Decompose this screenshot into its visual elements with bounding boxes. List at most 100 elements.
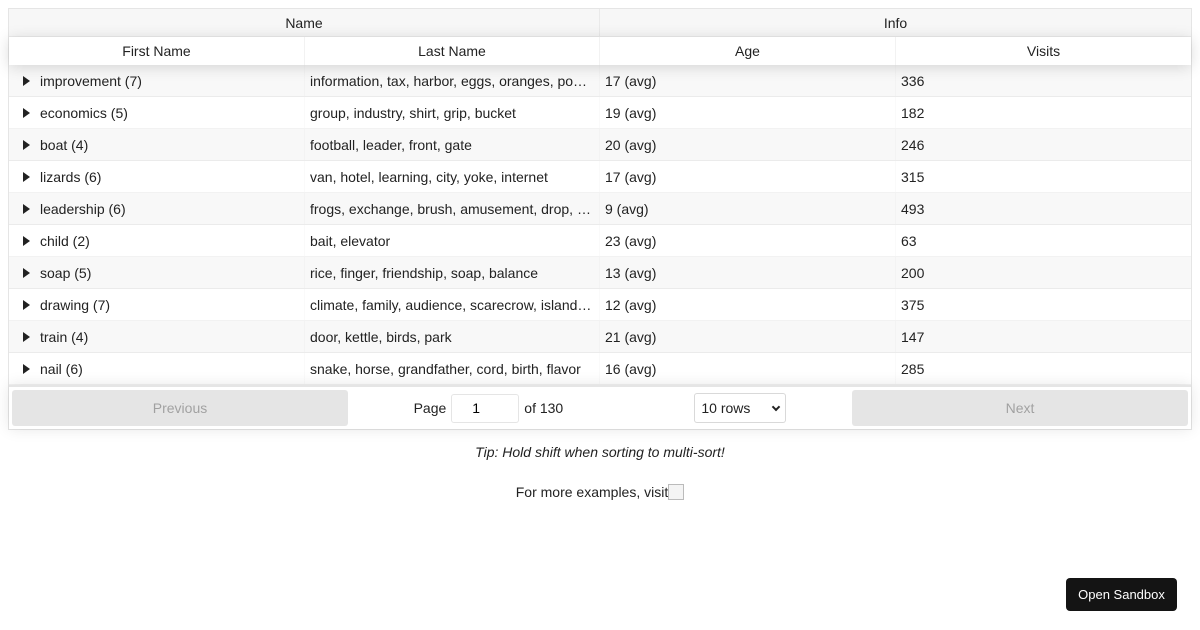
next-button[interactable]: Next bbox=[852, 390, 1188, 426]
cell-first-name: leadership (6) bbox=[9, 193, 305, 224]
cell-visits-text: 336 bbox=[901, 72, 925, 89]
cell-visits: 147 bbox=[896, 321, 1191, 352]
cell-age-text: 13 (avg) bbox=[605, 264, 657, 281]
cell-first-name: soap (5) bbox=[9, 257, 305, 288]
cell-visits: 375 bbox=[896, 289, 1191, 320]
cell-last-name: information, tax, harbor, eggs, oranges,… bbox=[305, 65, 600, 96]
cell-last-name-text: rice, finger, friendship, soap, balance bbox=[310, 264, 539, 281]
header-group-name: Name bbox=[9, 9, 600, 36]
cell-last-name-text: frogs, exchange, brush, amusement, drop,… bbox=[310, 200, 594, 217]
expand-triangle-icon[interactable] bbox=[23, 203, 30, 214]
expand-triangle-icon[interactable] bbox=[23, 331, 30, 342]
table-row: improvement (7) information, tax, harbor,… bbox=[9, 65, 1191, 97]
previous-button[interactable]: Previous bbox=[12, 390, 348, 426]
more-examples: For more examples, visit bbox=[0, 484, 1200, 500]
column-header-last-name[interactable]: Last Name bbox=[305, 37, 600, 65]
table-row: economics (5) group, industry, shirt, gri… bbox=[9, 97, 1191, 129]
cell-visits-text: 285 bbox=[901, 360, 925, 377]
cell-first-name: child (2) bbox=[9, 225, 305, 256]
expand-triangle-icon[interactable] bbox=[23, 363, 30, 374]
cell-age-text: 9 (avg) bbox=[605, 200, 649, 217]
first-name-text: child (2) bbox=[40, 232, 90, 249]
first-name-text: improvement (7) bbox=[40, 72, 142, 89]
sort-tip: Tip: Hold shift when sorting to multi-so… bbox=[475, 444, 725, 460]
page-info: Page of 130 bbox=[413, 393, 564, 423]
cell-visits: 493 bbox=[896, 193, 1191, 224]
expand-triangle-icon[interactable] bbox=[23, 171, 30, 182]
cell-last-name-text: snake, horse, grandfather, cord, birth, … bbox=[310, 360, 581, 377]
expand-triangle-icon[interactable] bbox=[23, 75, 30, 86]
first-name-text: train (4) bbox=[40, 328, 89, 345]
cell-age: 17 (avg) bbox=[600, 161, 896, 192]
page-number-input[interactable] bbox=[451, 393, 520, 423]
cell-visits: 246 bbox=[896, 129, 1191, 160]
cell-last-name-text: van, hotel, learning, city, yoke, intern… bbox=[310, 168, 548, 185]
cell-visits-text: 182 bbox=[901, 104, 925, 121]
cell-last-name: rice, finger, friendship, soap, balance bbox=[305, 257, 600, 288]
cell-age: 19 (avg) bbox=[600, 97, 896, 128]
expand-triangle-icon[interactable] bbox=[23, 107, 30, 118]
table-row: soap (5) rice, finger, friendship, soap, … bbox=[9, 257, 1191, 289]
header-group-info: Info bbox=[883, 14, 908, 31]
cell-last-name: bait, elevator bbox=[305, 225, 600, 256]
cell-last-name: climate, family, audience, scarecrow, is… bbox=[305, 289, 600, 320]
cell-last-name-text: bait, elevator bbox=[310, 232, 391, 249]
expand-triangle-icon[interactable] bbox=[23, 235, 30, 246]
first-name-text: soap (5) bbox=[40, 264, 92, 281]
cell-age: 16 (avg) bbox=[600, 353, 896, 384]
rows-per-page-select[interactable]: 10 rows bbox=[694, 393, 787, 423]
pagination-bar: Previous Page of 130 10 rows Next bbox=[9, 385, 1191, 429]
cell-age: 9 (avg) bbox=[600, 193, 896, 224]
cell-visits: 182 bbox=[896, 97, 1191, 128]
cell-age-text: 21 (avg) bbox=[605, 328, 657, 345]
rows-per-page-value: 10 rows bbox=[701, 400, 751, 416]
broken-image-icon[interactable] bbox=[668, 484, 685, 500]
cell-visits: 200 bbox=[896, 257, 1191, 288]
open-sandbox-button[interactable]: Open Sandbox bbox=[1066, 578, 1177, 611]
cell-age: 23 (avg) bbox=[600, 225, 896, 256]
cell-visits: 63 bbox=[896, 225, 1191, 256]
cell-first-name: lizards (6) bbox=[9, 161, 305, 192]
cell-age: 21 (avg) bbox=[600, 321, 896, 352]
cell-age-text: 19 (avg) bbox=[605, 104, 657, 121]
table-row: drawing (7) climate, family, audience, sc… bbox=[9, 289, 1191, 321]
first-name-text: nail (6) bbox=[40, 360, 83, 377]
cell-first-name: train (4) bbox=[9, 321, 305, 352]
cell-last-name-text: information, tax, harbor, eggs, oranges,… bbox=[310, 72, 594, 89]
cell-age: 20 (avg) bbox=[600, 129, 896, 160]
expand-triangle-icon[interactable] bbox=[23, 299, 30, 310]
cell-visits-text: 315 bbox=[901, 168, 925, 185]
first-name-text: drawing (7) bbox=[40, 296, 111, 313]
cell-age-text: 12 (avg) bbox=[605, 296, 657, 313]
column-header-first-name[interactable]: First Name bbox=[9, 37, 305, 65]
page-total: of 130 bbox=[524, 400, 564, 416]
cell-last-name-text: group, industry, shirt, grip, bucket bbox=[310, 104, 516, 121]
table-row: train (4) door, kettle, birds, park 21 (av… bbox=[9, 321, 1191, 353]
chevron-down-icon bbox=[772, 402, 781, 411]
column-header-age[interactable]: Age bbox=[600, 37, 896, 65]
cell-age-text: 16 (avg) bbox=[605, 360, 657, 377]
data-table: Name Info First Name Last Name Age Visit… bbox=[8, 8, 1192, 430]
cell-age-text: 23 (avg) bbox=[605, 232, 657, 249]
column-header-visits[interactable]: Visits bbox=[896, 37, 1191, 65]
expand-triangle-icon[interactable] bbox=[23, 139, 30, 150]
cell-last-name: group, industry, shirt, grip, bucket bbox=[305, 97, 600, 128]
pagination-center: Page of 130 10 rows bbox=[348, 393, 852, 423]
table-row: leadership (6) frogs, exchange, brush, am… bbox=[9, 193, 1191, 225]
table-row: lizards (6) van, hotel, learning, city, y… bbox=[9, 161, 1191, 193]
table-row: boat (4) football, leader, front, gate 20 … bbox=[9, 129, 1191, 161]
expand-triangle-icon[interactable] bbox=[23, 267, 30, 278]
cell-last-name-text: door, kettle, birds, park bbox=[310, 328, 452, 345]
first-name-text: boat (4) bbox=[40, 136, 89, 153]
cell-age: 13 (avg) bbox=[600, 257, 896, 288]
cell-visits: 315 bbox=[896, 161, 1191, 192]
cell-first-name: improvement (7) bbox=[9, 65, 305, 96]
cell-visits-text: 246 bbox=[901, 136, 925, 153]
cell-visits: 336 bbox=[896, 65, 1191, 96]
cell-visits-text: 147 bbox=[901, 328, 925, 345]
page: Name Info First Name Last Name Age Visit… bbox=[0, 0, 1200, 630]
page-label: Page bbox=[413, 400, 447, 416]
cell-visits-text: 63 bbox=[901, 232, 917, 249]
cell-last-name: football, leader, front, gate bbox=[305, 129, 600, 160]
cell-last-name: van, hotel, learning, city, yoke, intern… bbox=[305, 161, 600, 192]
